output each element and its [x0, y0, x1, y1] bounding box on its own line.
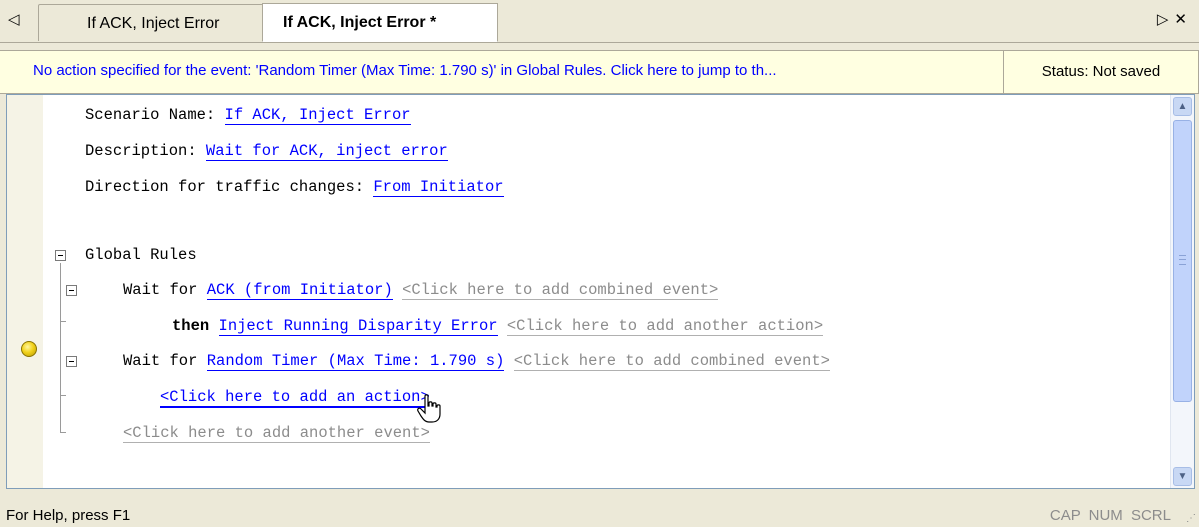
resize-grip-icon[interactable]: ⋰ [1186, 513, 1196, 524]
global-rules-collapse-icon[interactable] [55, 250, 66, 261]
wait-for-label: Wait for [123, 352, 207, 370]
rule2-collapse-icon[interactable] [66, 356, 77, 367]
help-text: For Help, press F1 [6, 507, 131, 524]
rule1-action-line: then Inject Running Disparity Error <Cli… [172, 314, 824, 338]
rule1-add-another-action-link[interactable]: <Click here to add another action> [506, 317, 824, 336]
tab-bar: ◁ If ACK, Inject Error If ACK, Inject Er… [0, 0, 1199, 43]
hand-pointer-cursor-icon [417, 394, 441, 423]
status-bar: For Help, press F1 CAP NUM SCRL ⋰ [0, 499, 1199, 527]
rule1-action-link[interactable]: Inject Running Disparity Error [218, 317, 498, 336]
add-another-event-link[interactable]: <Click here to add another event> [123, 424, 430, 443]
grip-icon [1179, 255, 1186, 265]
vertical-scrollbar[interactable]: ▲ ▼ [1170, 95, 1194, 488]
scroll-down-icon[interactable]: ▼ [1173, 467, 1192, 486]
description-label: Description: [85, 142, 206, 160]
rule2-event-link[interactable]: Random Timer (Max Time: 1.790 s) [206, 352, 505, 371]
tab-label: If ACK, Inject Error [87, 15, 220, 32]
status-label: Status: Not saved [1003, 50, 1199, 94]
rule2-line: Wait for Random Timer (Max Time: 1.790 s… [123, 349, 830, 373]
scrollbar-thumb[interactable] [1173, 120, 1192, 402]
wait-for-label: Wait for [123, 281, 207, 299]
direction-line: Direction for traffic changes: From Init… [85, 175, 504, 199]
rule1-event-link[interactable]: ACK (from Initiator) [206, 281, 393, 300]
scenario-name-label: Scenario Name: [85, 106, 225, 124]
description-link[interactable]: Wait for ACK, inject error [205, 142, 448, 161]
global-rules-heading: Global Rules [85, 246, 197, 264]
tree-line [60, 263, 61, 433]
rule1-line: Wait for ACK (from Initiator) <Click her… [123, 278, 719, 302]
info-bar: No action specified for the event: 'Rand… [0, 50, 1199, 94]
scenario-name-link[interactable]: If ACK, Inject Error [224, 106, 411, 125]
keyboard-indicators: CAP NUM SCRL [1049, 507, 1171, 524]
rule2-action-line: <Click here to add an action> [160, 385, 430, 409]
description-line: Description: Wait for ACK, inject error [85, 139, 448, 163]
scroll-tabs-left-icon[interactable]: ◁ [8, 10, 20, 28]
breakpoint-icon[interactable] [21, 341, 37, 357]
editor-content: Scenario Name: If ACK, Inject Error Desc… [43, 95, 1170, 488]
direction-link[interactable]: From Initiator [373, 178, 504, 197]
then-label: then [172, 317, 219, 335]
editor-gutter [7, 95, 43, 488]
rule1-collapse-icon[interactable] [66, 285, 77, 296]
rule2-add-combined-event-link[interactable]: <Click here to add combined event> [513, 352, 830, 371]
scenario-editor[interactable]: Scenario Name: If ACK, Inject Error Desc… [6, 94, 1195, 489]
tab-scroll-right-close-icons[interactable]: ▷✕ [1157, 10, 1193, 28]
tab-if-ack-inject-error-unsaved[interactable]: If ACK, Inject Error * [262, 3, 498, 42]
scroll-up-icon[interactable]: ▲ [1173, 97, 1192, 116]
add-another-event-line: <Click here to add another event> [123, 421, 430, 445]
rule2-add-action-link[interactable]: <Click here to add an action> [160, 388, 430, 408]
warning-message-link[interactable]: No action specified for the event: 'Rand… [33, 62, 777, 79]
tree-line [60, 395, 66, 396]
tab-if-ack-inject-error[interactable]: If ACK, Inject Error [38, 4, 274, 41]
tree-line [60, 321, 66, 322]
rule1-add-combined-event-link[interactable]: <Click here to add combined event> [402, 281, 719, 300]
tree-line [60, 432, 66, 433]
scenario-name-line: Scenario Name: If ACK, Inject Error [85, 103, 411, 127]
tab-label: If ACK, Inject Error * [283, 14, 437, 31]
direction-label: Direction for traffic changes: [85, 178, 374, 196]
